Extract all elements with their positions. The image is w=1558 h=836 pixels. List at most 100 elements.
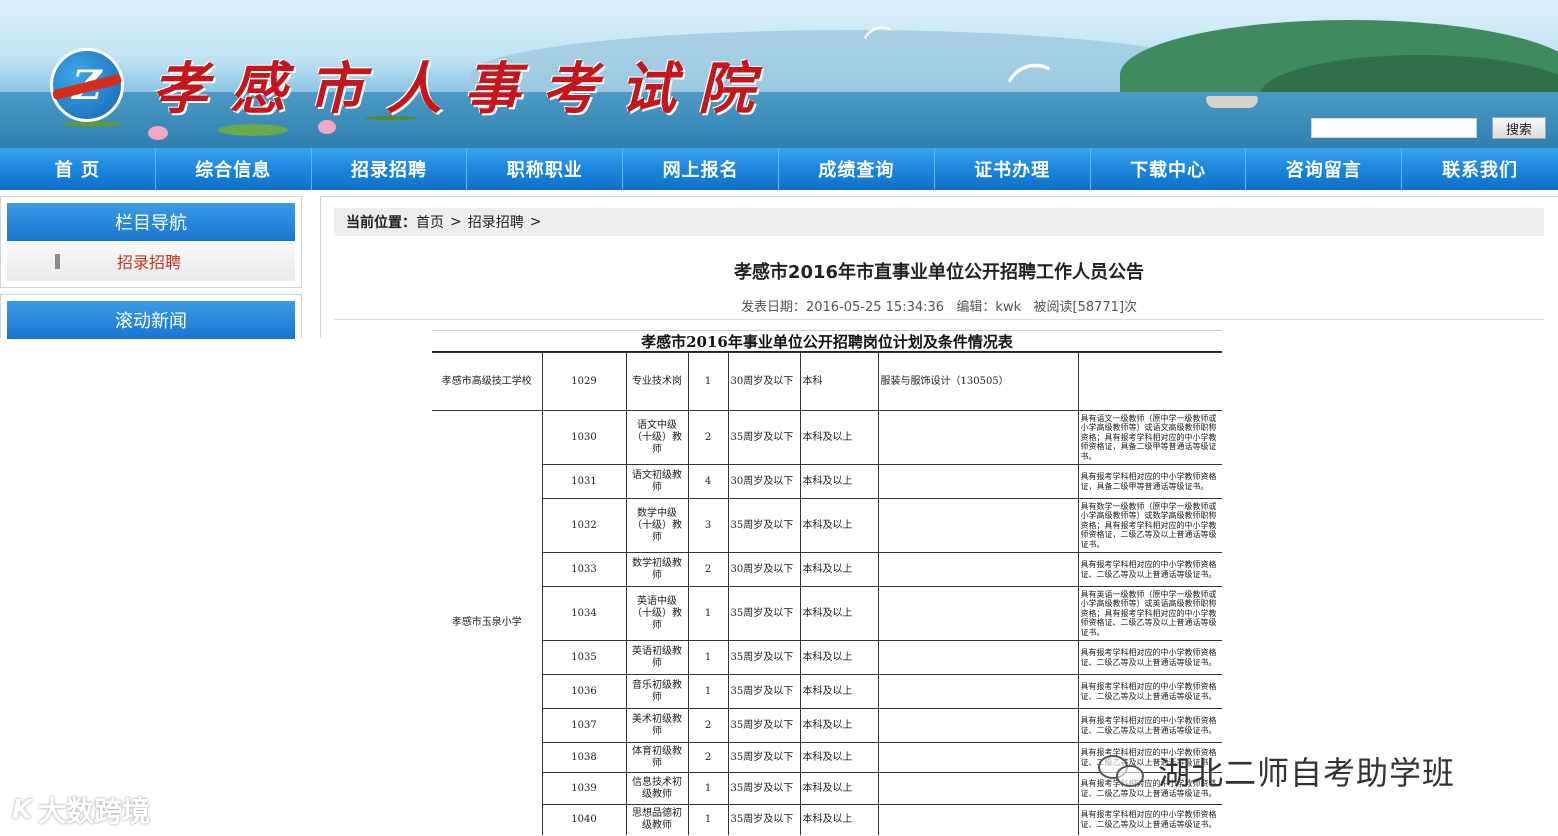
cell-post: 数学初级教师 [626,552,689,587]
cell-count: 1 [688,640,729,675]
sidebar-news-title: 滚动新闻 [7,301,295,339]
nav-score-query[interactable]: 成绩查询 [779,148,935,190]
cell-age: 35周岁及以下 [728,498,801,553]
cell-post: 美术初级教师 [626,708,689,743]
cell-count: 1 [688,804,729,835]
cell-code: 1033 [542,552,627,587]
cell-requirements: 具有报考学科相对应的中小学教师资格 证，具备二级甲等普通话等级证书。 [1078,464,1222,499]
cell-count: 1 [688,586,729,641]
cell-requirements: 具有报考学科相对应的中小学教师资格 证、二级乙等及以上普通话等级证书。 [1078,708,1222,743]
cell-post: 英语中级（十级）教师 [626,586,689,641]
search-input[interactable] [1311,118,1477,138]
breadcrumb-label: 当前位置： [346,215,416,231]
cell-requirements: 具有英语一级教师（原中学一级教师或 小学高级教师等）或英语高级教师职称 资格；具… [1078,586,1222,641]
bullet-icon [55,254,60,269]
cell-unit: 孝感市玉泉小学 [432,410,543,835]
site-title: 孝感市人事考试院 [152,56,776,122]
sidebar-title: 栏目导航 [7,203,295,241]
nav-consult[interactable]: 咨询留言 [1246,148,1403,190]
cell-post: 专业技术岗 [626,352,689,411]
table-row: 1031 语文初级教师 4 30周岁及以下 本科及以上 具有报考学科相对应的中小学教师资格… [432,464,1222,499]
table-row: 1034 英语中级（十级）教师 1 35周岁及以下 本科及以上 具有英语一级教师（原中学一… [432,586,1222,641]
cell-major [878,552,1079,587]
breadcrumb-separator: > [450,214,462,230]
breadcrumb-separator: > [529,214,542,230]
table-row: 1033 数学初级教师 2 30周岁及以下 本科及以上 具有报考学科相对应的中小学教师资格… [432,552,1222,587]
cell-age: 35周岁及以下 [728,410,801,465]
nav-contact[interactable]: 联系我们 [1402,148,1558,190]
sidebar-item-label: 招录招聘 [117,253,182,272]
cell-major [878,708,1079,743]
breadcrumb-section[interactable]: 招录招聘 [468,212,524,232]
cell-code: 1038 [542,742,627,773]
article-meta: 发表日期：2016-05-25 15:34:36 编辑：kwk 被阅读[5877… [740,300,1138,315]
cell-post: 语文中级（十级）教师 [626,410,689,465]
cell-code: 1037 [542,708,627,743]
cell-requirements: 具有报考学科相对应的中小学教师资格 证、二级乙等及以上普通话等级证书。 [1078,804,1222,835]
cell-post: 信息技术初级教师 [626,772,689,805]
cell-education: 本科及以上 [800,742,879,773]
cell-education: 本科及以上 [800,804,879,835]
watermark-right: 湖北二师自考助学班 [1098,748,1455,794]
search-button[interactable]: 搜索 [1492,117,1546,139]
cell-code: 1039 [542,772,627,805]
cell-education: 本科及以上 [800,708,879,743]
cell-age: 30周岁及以下 [728,464,801,499]
watermark-left: K 大数跨境 [12,790,150,830]
cell-count: 2 [688,708,729,743]
nav-online-registration[interactable]: 网上报名 [623,148,779,190]
cell-requirements: 具有报考学科相对应的中小学教师资格 证、二级乙等及以上普通话等级证书。 [1078,552,1222,587]
nav-certificates[interactable]: 证书办理 [935,148,1091,190]
cell-code: 1031 [542,464,627,499]
cell-post: 数学中级（十级）教师 [626,498,689,553]
cell-unit: 孝感市高级技工学校 [432,352,543,411]
cell-count: 1 [688,352,729,411]
cell-post: 思想品德初级教师 [626,804,689,835]
cell-education: 本科及以上 [800,772,879,805]
main-nav: 首 页 综合信息 招录招聘 职称职业 网上报名 成绩查询 证书办理 下载中心 咨… [0,148,1558,190]
cell-count: 2 [688,742,729,773]
cell-requirements: 具有报考学科相对应的中小学教师资格 证、二级乙等及以上普通话等级证书。 [1078,640,1222,675]
cell-age: 35周岁及以下 [728,674,801,709]
table-row: 1040 思想品德初级教师 1 35周岁及以下 本科及以上 具有报考学科相对应的中小学教师… [432,804,1222,835]
nav-titles[interactable]: 职称职业 [467,148,624,190]
cell-major [878,772,1079,805]
cell-education: 本科及以上 [800,674,879,709]
cell-age: 35周岁及以下 [728,708,801,743]
nav-home[interactable]: 首 页 [0,148,156,190]
cell-requirements: 具有报考学科相对应的中小学教师资格 证、二级乙等及以上普通话等级证书。 [1078,674,1222,709]
watermark-right-text: 湖北二师自考助学班 [1158,754,1456,792]
table-row: 1036 音乐初级教师 1 35周岁及以下 本科及以上 具有报考学科相对应的中小学教师资格… [432,674,1222,709]
sidebar-item-recruitment[interactable]: 招录招聘 [7,241,295,281]
cell-major [878,742,1079,773]
wechat-icon [1098,753,1148,789]
nav-general-info[interactable]: 综合信息 [156,148,312,190]
cell-code: 1040 [542,804,627,835]
cell-code: 1034 [542,586,627,641]
cell-code: 1032 [542,498,627,553]
watermark-left-text: 大数跨境 [38,795,151,828]
sidebar-section-nav: 栏目导航 招录招聘 [0,196,302,288]
nav-downloads[interactable]: 下载中心 [1091,148,1247,190]
cell-requirements: 具有数学一级教师（原中学一级教师或 小学高级教师等）或数学高级教师职称 资格；具… [1078,498,1222,553]
cell-count: 2 [688,552,729,587]
cell-education: 本科及以上 [800,498,879,553]
watermark-logo-icon: K [12,795,33,825]
cell-code: 1030 [542,410,627,465]
cell-count: 2 [688,410,729,465]
cell-major [878,640,1079,675]
cell-code: 1036 [542,674,627,709]
cell-count: 1 [688,674,729,709]
table-title: 孝感市2016年事业单位公开招聘岗位计划及条件情况表 [432,330,1222,352]
cell-requirements: 具有语文一级教师（原中学一级教师或 小学高级教师等）或语文高级教师职称 资格；具… [1078,410,1222,465]
table-row: 1035 英语初级教师 1 35周岁及以下 本科及以上 具有报考学科相对应的中小学教师资格… [432,640,1222,675]
breadcrumb: 当前位置： 首页 > 招录招聘 > [334,208,1544,236]
cell-age: 30周岁及以下 [728,352,801,411]
cell-age: 35周岁及以下 [728,772,801,805]
article-title: 孝感市2016年市直事业单位公开招聘工作人员公告 [733,262,1145,283]
nav-recruitment[interactable]: 招录招聘 [312,148,468,190]
breadcrumb-home[interactable]: 首页 [416,212,444,232]
table-row: 1032 数学中级（十级）教师 3 35周岁及以下 本科及以上 具有数学一级教师（原中学一… [432,498,1222,553]
cell-major [878,586,1079,641]
header-banner: ⌒ ⌒ Z 孝感市人事考试院 搜索 [0,0,1558,148]
